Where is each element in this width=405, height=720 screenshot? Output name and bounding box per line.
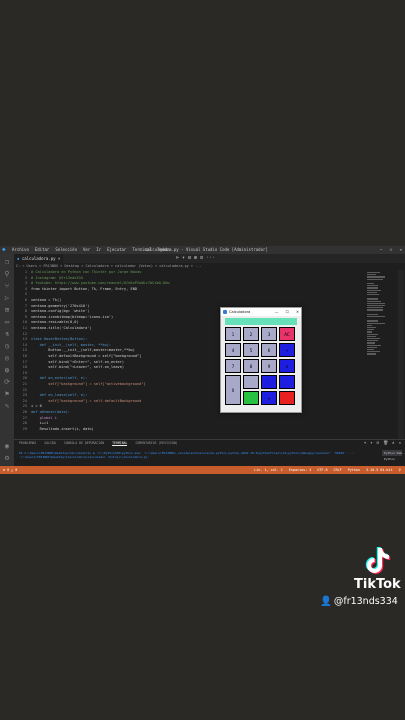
tiktok-watermark: TikTok 👤 @fr13nds334 — [0, 0, 405, 720]
tiktok-wordmark: TikTok — [354, 577, 401, 592]
creator-handle: 👤 @fr13nds334 — [320, 596, 398, 607]
handle-text: @fr13nds334 — [333, 596, 398, 607]
tiktok-logo-icon — [365, 547, 391, 574]
user-icon: 👤 — [320, 596, 332, 607]
